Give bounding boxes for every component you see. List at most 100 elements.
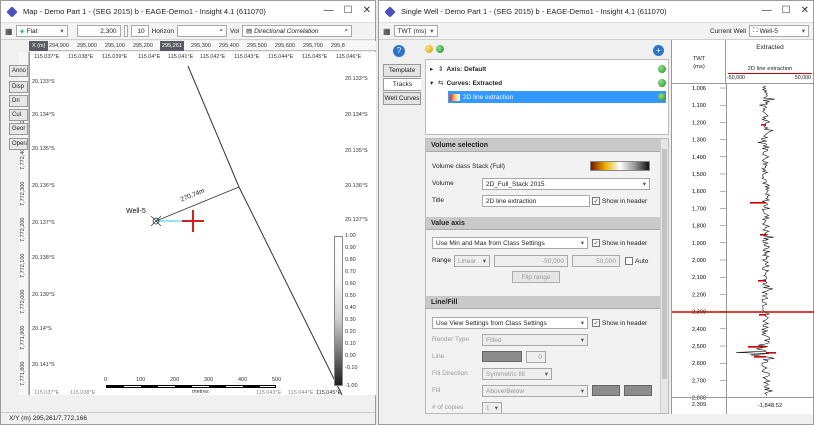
- visibility-dot-icon[interactable]: [658, 79, 666, 87]
- line-width-input[interactable]: 0: [526, 351, 546, 363]
- minimize-icon[interactable]: —: [324, 5, 334, 16]
- checkbox-checked-icon[interactable]: ✓: [592, 239, 600, 247]
- side-tab-display[interactable]: Disp: [9, 81, 28, 93]
- search-icon[interactable]: ⌕: [219, 27, 223, 35]
- horizon-input[interactable]: ⌕: [176, 25, 227, 37]
- close-icon[interactable]: ✕: [801, 5, 809, 16]
- add-icon[interactable]: +: [653, 45, 664, 56]
- maximize-icon[interactable]: ☐: [344, 5, 353, 16]
- auto-checkbox[interactable]: Auto: [625, 257, 648, 265]
- line-fill-show-header-checkbox[interactable]: ✓ Show in header: [592, 319, 647, 327]
- value-axis-show-header-checkbox[interactable]: ✓ Show in header: [592, 239, 647, 247]
- map-grid-icon[interactable]: ▦: [5, 27, 13, 36]
- trace-fill-spike: [759, 314, 766, 316]
- render-type-select[interactable]: Filled: [482, 334, 588, 346]
- tree-item-axis[interactable]: ▸ ⇕ Axis: Default: [430, 63, 666, 75]
- flip-range-button[interactable]: Flip range: [512, 271, 560, 283]
- properties-scrollbar[interactable]: [660, 139, 668, 413]
- domain-select[interactable]: TWT (ms): [393, 25, 438, 37]
- map-window: Map - Demo Part 1 - (SEG 2015) b - EAGE-…: [0, 0, 376, 425]
- track-title: Extracted: [756, 44, 784, 51]
- fill-color-below-swatch[interactable]: [624, 385, 652, 396]
- tree-item-curves[interactable]: ▾ ⇆ Curves: Extracted: [430, 77, 666, 89]
- scrollbar-thumb[interactable]: [662, 149, 667, 379]
- collapse-icon[interactable]: ▾: [430, 79, 438, 87]
- tab-well-curves[interactable]: Well Curves: [383, 92, 421, 105]
- title-label: Title: [432, 197, 445, 204]
- line-fill-mode-select[interactable]: Use View Settings from Class Settings: [432, 317, 588, 329]
- checkbox-checked-icon[interactable]: ✓: [592, 197, 600, 205]
- side-tab-drilling[interactable]: Dri: [9, 95, 28, 107]
- colorbar-tick: -0.10: [345, 365, 358, 371]
- tab-template[interactable]: Template: [383, 64, 421, 77]
- minimize-icon[interactable]: —: [762, 5, 772, 16]
- yellow-dot-icon[interactable]: [425, 45, 433, 53]
- log-curve-area: 1,006 1,100 1,200 1,300 1,400 1,500 1,600 1,700…: [672, 85, 814, 402]
- fill-direction-label: Fill Direction: [432, 370, 468, 377]
- range-type-select[interactable]: Linear: [454, 255, 490, 267]
- side-tab-operations[interactable]: Opera: [9, 138, 28, 150]
- range-min-input[interactable]: -50,000: [494, 255, 568, 267]
- visibility-dot-icon[interactable]: [658, 65, 666, 73]
- app-logo-icon: [384, 5, 396, 18]
- properties-panel: Volume selection Volume class Stack (Ful…: [425, 138, 669, 414]
- depth-tick-label: 1,900: [692, 241, 706, 247]
- range-max-input[interactable]: 50,000: [572, 255, 620, 267]
- close-icon[interactable]: ✕: [363, 5, 371, 16]
- title-input[interactable]: 2D line extraction: [482, 195, 590, 207]
- cursor-value: -1,848.52: [757, 403, 783, 409]
- value-spinner[interactable]: [123, 25, 128, 37]
- visibility-dot-icon[interactable]: [658, 93, 666, 101]
- maximize-icon[interactable]: ☐: [782, 5, 791, 16]
- cursor-depth: 2,309: [691, 402, 707, 408]
- value-input[interactable]: 2,300: [76, 25, 121, 37]
- show-in-header-checkbox[interactable]: ✓ Show in header: [592, 197, 647, 205]
- volume-select[interactable]: 2D_Full_Stack 2015: [482, 178, 650, 190]
- depth-tick-label: 1,200: [692, 120, 706, 126]
- x-tick: 295,700: [303, 43, 323, 49]
- x-tick: 295,8: [331, 43, 345, 49]
- search-icon[interactable]: ⌕: [344, 27, 348, 35]
- seismic-trace: [736, 85, 775, 396]
- map-canvas[interactable]: 115.037°E 115.038°E 115.039°E 115.04°E 1…: [29, 52, 376, 396]
- fill-select[interactable]: Above/Below: [482, 385, 588, 397]
- scale-tick: 0: [104, 377, 108, 383]
- tree-item-2d-line-extraction[interactable]: 2D line extraction: [448, 91, 666, 103]
- well-label[interactable]: Well-5: [126, 208, 146, 215]
- curve-icon: [450, 93, 460, 101]
- value-axis-header: Value axis: [426, 217, 660, 230]
- side-tab-culture[interactable]: Cul: [9, 109, 28, 121]
- mode-select[interactable]: ◈ Flat: [15, 25, 68, 37]
- side-tab-georef[interactable]: Geor: [9, 123, 28, 135]
- depth-tick-label: 1,006: [692, 86, 706, 92]
- volume-input[interactable]: ▤ Directional Correlation ⌕: [242, 25, 353, 37]
- line-fill-header: Line/Fill: [426, 296, 660, 309]
- help-icon[interactable]: ?: [393, 45, 405, 57]
- value-axis-mode-select[interactable]: Use Min and Max from Class Settings: [432, 237, 588, 249]
- trace-fill-spike: [748, 346, 766, 348]
- lon-label: 115.038°E: [70, 390, 96, 396]
- colorbar-tick: 0.60: [345, 281, 356, 287]
- fill-color-above-swatch[interactable]: [592, 385, 620, 396]
- green-dot-icon[interactable]: [436, 45, 444, 53]
- well-log-display[interactable]: TWT (ms) Extracted 2D line extraction -5…: [671, 40, 814, 414]
- grid-icon[interactable]: ▦: [383, 27, 391, 36]
- expand-icon[interactable]: ▸: [430, 65, 438, 73]
- scale-unit: metres: [192, 389, 209, 395]
- step-input[interactable]: 10: [130, 25, 149, 37]
- colorbar-tick: 0.40: [345, 305, 356, 311]
- color-scale-swatch[interactable]: [590, 161, 650, 171]
- curve-track-header: Extracted 2D line extraction -50,000 50,…: [726, 40, 814, 84]
- copies-select[interactable]: 1: [482, 402, 502, 413]
- tab-tracks[interactable]: Tracks: [383, 78, 421, 91]
- checkbox-unchecked-icon[interactable]: [625, 257, 633, 265]
- app-logo-icon: [6, 5, 18, 18]
- line-color-swatch[interactable]: [482, 351, 522, 362]
- depth-tick-label: 1,600: [692, 189, 706, 195]
- current-well-select[interactable]: ⛶ Well-5: [749, 25, 809, 37]
- checkbox-checked-icon[interactable]: ✓: [592, 319, 600, 327]
- side-tab-annotation[interactable]: Anno: [9, 65, 28, 77]
- y-tick: 7,772,000: [20, 289, 26, 314]
- fill-direction-select[interactable]: Symmetric fill: [482, 368, 552, 380]
- volume-selection-header: Volume selection: [426, 139, 668, 152]
